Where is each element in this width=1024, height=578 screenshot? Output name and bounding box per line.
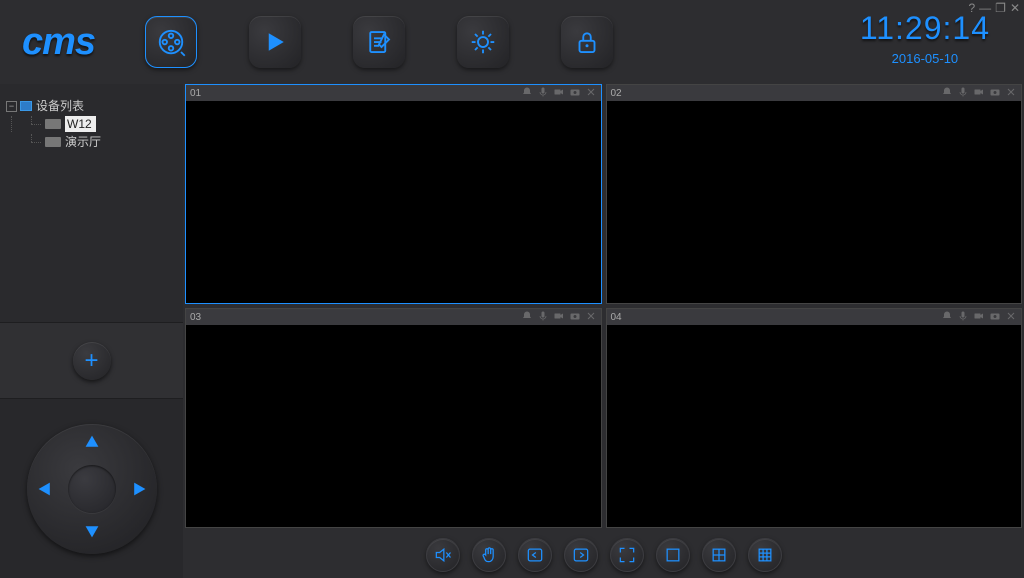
next-icon <box>571 545 591 565</box>
video-pane-03[interactable]: 03 <box>185 308 602 528</box>
ptz-left[interactable] <box>37 481 53 502</box>
add-device-button[interactable]: + <box>73 342 111 380</box>
nav-lock[interactable] <box>561 16 613 68</box>
tree-item-label: 演示厅 <box>65 134 101 150</box>
video-pane-01[interactable]: 01 <box>185 84 602 304</box>
tree-root[interactable]: − 设备列表 <box>6 98 177 114</box>
film-reel-icon <box>156 27 186 57</box>
pane-titlebar: 02 <box>607 85 1022 101</box>
video-grid: 01 02 03 04 <box>183 84 1024 528</box>
prev-icon <box>525 545 545 565</box>
pane-alarm-icon[interactable] <box>521 86 533 101</box>
grid1-icon <box>663 545 683 565</box>
pane-snapshot-icon[interactable] <box>569 86 581 101</box>
ptz-right[interactable] <box>131 481 147 502</box>
play-icon <box>260 27 290 57</box>
device-tree[interactable]: − 设备列表 W12 演示厅 <box>0 84 183 322</box>
pane-snapshot-icon[interactable] <box>989 310 1001 325</box>
edit-document-icon <box>364 27 394 57</box>
pane-alarm-icon[interactable] <box>941 310 953 325</box>
pane-alarm-icon[interactable] <box>941 86 953 101</box>
pane-number: 01 <box>190 88 201 99</box>
app-logo: cms <box>22 21 95 64</box>
tree-root-label: 设备列表 <box>36 98 84 114</box>
speaker-mute-icon <box>433 545 453 565</box>
gear-icon <box>468 27 498 57</box>
pane-snapshot-icon[interactable] <box>989 86 1001 101</box>
pane-record-icon[interactable] <box>553 86 565 101</box>
pane-number: 03 <box>190 312 201 323</box>
pane-mic-icon[interactable] <box>957 310 969 325</box>
ptz-down[interactable] <box>84 523 100 544</box>
pane-mic-icon[interactable] <box>537 310 549 325</box>
pane-close-icon[interactable] <box>585 86 597 101</box>
pane-number: 02 <box>611 88 622 99</box>
next-page-button[interactable] <box>564 538 598 572</box>
pane-mic-icon[interactable] <box>957 86 969 101</box>
pane-titlebar: 01 <box>186 85 601 101</box>
pane-record-icon[interactable] <box>973 310 985 325</box>
fullscreen-button[interactable] <box>610 538 644 572</box>
nav-log[interactable] <box>353 16 405 68</box>
device-icon <box>45 137 61 147</box>
layout-1-button[interactable] <box>656 538 690 572</box>
folder-icon <box>20 101 32 111</box>
ptz-up[interactable] <box>84 434 100 455</box>
pane-mic-icon[interactable] <box>537 86 549 101</box>
pane-close-icon[interactable] <box>1005 310 1017 325</box>
grid4-icon <box>709 545 729 565</box>
collapse-icon[interactable]: − <box>6 101 17 112</box>
pane-alarm-icon[interactable] <box>521 310 533 325</box>
prev-page-button[interactable] <box>518 538 552 572</box>
pane-number: 04 <box>611 312 622 323</box>
tree-item-label: W12 <box>65 116 96 132</box>
tree-item-demo[interactable]: 演示厅 <box>6 134 177 150</box>
nav-preview[interactable] <box>145 16 197 68</box>
ptz-dpad <box>27 424 157 554</box>
layout-more-button[interactable] <box>748 538 782 572</box>
ptz-center[interactable] <box>68 465 116 513</box>
nav-playback[interactable] <box>249 16 301 68</box>
pane-titlebar: 03 <box>186 309 601 325</box>
mute-button[interactable] <box>426 538 460 572</box>
clock-date: 2016-05-10 <box>860 51 990 66</box>
clock-time: 11:29:14 <box>860 10 990 47</box>
drag-button[interactable] <box>472 538 506 572</box>
video-pane-04[interactable]: 04 <box>606 308 1023 528</box>
grid9-icon <box>755 545 775 565</box>
pane-record-icon[interactable] <box>973 86 985 101</box>
video-pane-02[interactable]: 02 <box>606 84 1023 304</box>
tree-item-w12[interactable]: W12 <box>6 116 177 132</box>
pane-record-icon[interactable] <box>553 310 565 325</box>
pane-snapshot-icon[interactable] <box>569 310 581 325</box>
pane-close-icon[interactable] <box>1005 86 1017 101</box>
layout-4-button[interactable] <box>702 538 736 572</box>
nav-settings[interactable] <box>457 16 509 68</box>
fullscreen-icon <box>617 545 637 565</box>
device-icon <box>45 119 61 129</box>
pane-titlebar: 04 <box>607 309 1022 325</box>
pane-close-icon[interactable] <box>585 310 597 325</box>
hand-icon <box>479 545 499 565</box>
lock-icon <box>572 27 602 57</box>
